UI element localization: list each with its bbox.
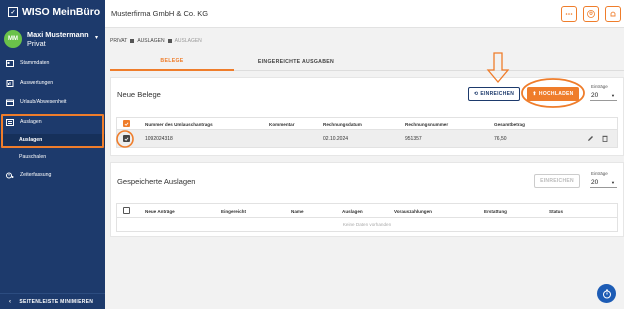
separator-icon: [167, 39, 172, 43]
breadcrumb-current: AUSLAGEN: [174, 38, 202, 44]
column-header[interactable]: Gesamtbetrag: [494, 122, 525, 127]
separator-icon: [130, 39, 135, 43]
id-card-icon: [6, 59, 14, 67]
table-row[interactable]: 1092024318 02.10.2024 951357 76,50: [116, 130, 618, 148]
edit-pencil-icon[interactable]: [587, 135, 594, 142]
user-profile[interactable]: MM Maxi Mustermann Privat ▾: [4, 28, 102, 50]
user-name: Maxi Mustermann: [27, 29, 89, 39]
notifications-button[interactable]: [605, 6, 621, 22]
user-type: Privat: [27, 38, 46, 48]
caret-down-icon: ▼: [611, 180, 615, 185]
user-button[interactable]: [583, 6, 599, 22]
einreichen-button[interactable]: ⟲ EINREICHEN: [468, 87, 520, 101]
column-header[interactable]: Nummer des Umlauschantrags: [145, 122, 213, 127]
highlight-annotation-box: [1, 114, 104, 148]
card-title: Gespeicherte Auslagen: [117, 177, 196, 186]
column-header[interactable]: Vorauszahlungen: [394, 209, 432, 214]
table-header: Nummer des Umlauschantrags Kommentar Rec…: [116, 117, 618, 130]
minimize-label: SEITENLEISTE MINIMIEREN: [19, 298, 94, 305]
column-header[interactable]: Kommentar: [269, 122, 295, 127]
calendar-icon: [6, 99, 14, 106]
tab-eingereichte-ausgaben[interactable]: EINGEREICHTE AUSGABEN: [234, 52, 358, 71]
table-header: Neue Anträge Eingereicht Name Auslagen V…: [116, 203, 618, 218]
sidebar-item-label: Pauschalen: [19, 154, 47, 160]
sidebar-item-urlaub[interactable]: Urlaub/Abwesenheit: [0, 95, 105, 109]
clock-user-icon: [6, 172, 14, 178]
row-checkbox[interactable]: [123, 135, 130, 142]
sidebar-item-label: Urlaub/Abwesenheit: [20, 99, 67, 105]
column-header[interactable]: Status: [549, 209, 563, 214]
sidebar-subitem-pauschalen[interactable]: Pauschalen: [0, 151, 105, 163]
cell-betrag: 76,50: [494, 136, 507, 142]
tab-bar: BELEGE EINGEREICHTE AUSGABEN: [110, 52, 624, 71]
logo-icon: ✓: [8, 7, 18, 17]
header: Musterfirma GmbH & Co. KG: [105, 0, 624, 28]
app-name: WISO MeinBüro: [22, 6, 101, 18]
cell-rechnungsnummer: 951357: [405, 136, 422, 142]
send-icon: ⟲: [473, 91, 479, 97]
minimize-sidebar-button[interactable]: ‹ SEITENLEISTE MINIMIEREN: [0, 293, 105, 309]
select-all-checkbox[interactable]: [123, 207, 130, 214]
breadcrumb-item[interactable]: PRIVAT: [110, 38, 127, 44]
hochladen-button[interactable]: ⬆ HOCHLADEN: [527, 87, 579, 101]
sidebar: ✓ WISO MeinBüro MM Maxi Mustermann Priva…: [0, 0, 105, 309]
cell-nummer: 1092024318: [145, 136, 173, 142]
entries-select[interactable]: 20 ▼: [590, 90, 617, 101]
card-title: Neue Belege: [117, 90, 161, 99]
check-icon: [124, 136, 129, 141]
column-header[interactable]: Erstattung: [484, 209, 507, 214]
sidebar-item-label: Zeiterfassung: [20, 172, 52, 178]
chevron-left-icon: ‹: [9, 298, 12, 305]
tab-belege[interactable]: BELEGE: [110, 52, 234, 71]
empty-state: Keine Daten vorhanden: [116, 218, 618, 232]
sidebar-item-label: Stammdaten: [20, 60, 50, 66]
avatar: MM: [4, 30, 22, 48]
sidebar-item-stammdaten[interactable]: Stammdaten: [0, 56, 105, 70]
gespeicherte-auslagen-card: Gespeicherte Auslagen EINREICHEN Einträg…: [110, 162, 624, 237]
column-header[interactable]: Name: [291, 209, 304, 214]
cell-datum: 02.10.2024: [323, 136, 349, 142]
check-icon: [124, 121, 129, 126]
stopwatch-icon: [602, 289, 611, 298]
chevron-down-icon[interactable]: ▾: [95, 34, 98, 41]
caret-down-icon: ▼: [611, 93, 615, 98]
sidebar-item-label: Auswertungen: [20, 80, 54, 86]
user-icon: [587, 10, 595, 18]
upload-icon: ⬆: [532, 91, 537, 97]
sidebar-item-zeiterfassung[interactable]: Zeiterfassung: [0, 168, 105, 182]
app-logo[interactable]: ✓ WISO MeinBüro: [0, 0, 105, 24]
column-header[interactable]: Rechnungsnummer: [405, 122, 448, 127]
entries-select[interactable]: 20 ▼: [590, 177, 617, 188]
bell-icon: [610, 11, 616, 17]
neue-belege-card: Neue Belege ⟲ EINREICHEN ⬆ HOCHLADEN Ein…: [110, 77, 624, 156]
dots-icon: [565, 13, 573, 15]
entries-label: Einträge: [591, 84, 608, 89]
select-all-checkbox[interactable]: [123, 120, 130, 127]
column-header[interactable]: Neue Anträge: [145, 209, 175, 214]
breadcrumb: PRIVAT AUSLAGEN AUSLAGEN: [110, 38, 202, 44]
company-name: Musterfirma GmbH & Co. KG: [111, 9, 209, 18]
column-header[interactable]: Eingereicht: [221, 209, 246, 214]
document-chart-icon: [6, 79, 14, 87]
timer-fab-button[interactable]: [597, 284, 616, 303]
breadcrumb-item[interactable]: AUSLAGEN: [137, 38, 164, 44]
sidebar-item-auswertungen[interactable]: Auswertungen: [0, 76, 105, 90]
column-header[interactable]: Auslagen: [342, 209, 363, 214]
column-header[interactable]: Rechnungsdatum: [323, 122, 362, 127]
trash-icon[interactable]: [602, 135, 608, 142]
more-button[interactable]: [561, 6, 577, 22]
entries-label: Einträge: [591, 171, 608, 176]
einreichen-button-disabled[interactable]: EINREICHEN: [534, 174, 580, 188]
